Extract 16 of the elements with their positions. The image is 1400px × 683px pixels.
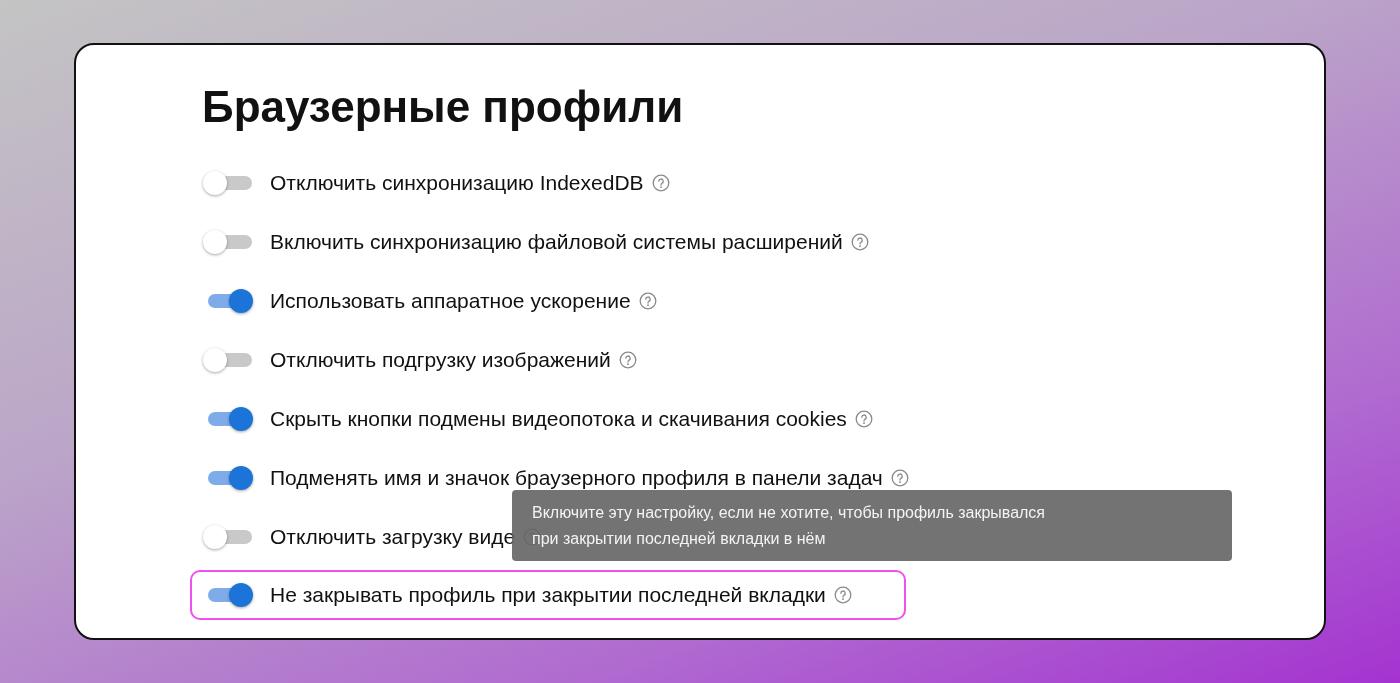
help-icon[interactable] (890, 468, 909, 487)
help-icon[interactable] (618, 350, 637, 369)
help-icon[interactable] (833, 586, 852, 604)
setting-label: Использовать аппаратное ускорение (270, 288, 631, 313)
setting-label: Отключить синхронизацию IndexedDB (270, 170, 644, 195)
setting-label: Включить синхронизацию файловой системы расширений (270, 229, 843, 254)
setting-label: Подменять имя и значок браузерного профиля в панели задач (270, 465, 883, 490)
tooltip: Включите эту настройку, если не хотите, чтобы профиль закрывался при закрытии последней вкладки в нём (512, 490, 1232, 561)
help-icon[interactable] (651, 173, 670, 192)
setting-label: Не закрывать профиль при закрытии последней вкладки (270, 583, 826, 607)
help-icon[interactable] (638, 291, 657, 310)
setting-label: Отключить подгрузку изображений (270, 347, 611, 372)
setting-label: Скрыть кнопки подмены видеопотока и скачивания cookies (270, 406, 847, 431)
help-icon[interactable] (850, 232, 869, 251)
page-title: Браузерные профили (202, 81, 685, 133)
help-icon[interactable] (854, 409, 873, 428)
